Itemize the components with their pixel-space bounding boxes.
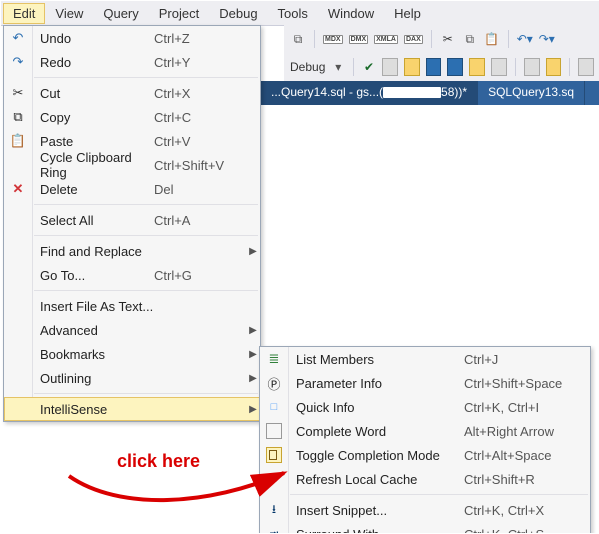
delete-icon: ✕ xyxy=(13,181,24,197)
menu-select-all[interactable]: Select AllCtrl+A xyxy=(4,208,260,232)
cut-icon[interactable]: ✂ xyxy=(440,31,456,47)
toolbar-button[interactable] xyxy=(491,58,507,76)
toolbar-button[interactable] xyxy=(578,58,594,76)
copy-icon: ⧉ xyxy=(13,109,22,125)
menu-quick-info[interactable]: □Quick InfoCtrl+K, Ctrl+I xyxy=(260,395,590,419)
mdx-icon[interactable]: MDX xyxy=(323,35,343,44)
toolbar-button[interactable] xyxy=(404,58,420,76)
menu-refresh-cache[interactable]: ↻Refresh Local CacheCtrl+Shift+R xyxy=(260,467,590,491)
separator xyxy=(34,393,258,394)
debug-button[interactable]: Debug xyxy=(290,60,325,74)
menu-view[interactable]: View xyxy=(45,3,93,24)
edit-dropdown: ↶UndoCtrl+Z ↷RedoCtrl+Y ✂CutCtrl+X ⧉Copy… xyxy=(3,25,261,422)
snippet-icon: ⭳ xyxy=(272,500,276,521)
menu-parameter-info[interactable]: ⓅParameter InfoCtrl+Shift+Space xyxy=(260,371,590,395)
menu-advanced[interactable]: Advanced▶ xyxy=(4,318,260,342)
separator xyxy=(34,77,258,78)
app-window: { "menubar": { "items": ["Edit","View","… xyxy=(0,0,599,534)
chevron-right-icon: ▶ xyxy=(246,404,260,415)
doc-tab-active[interactable]: ...Query14.sql - gs...( 58))* xyxy=(261,81,478,105)
menu-surround-with[interactable]: ⭲Surround With...Ctrl+K, Ctrl+S xyxy=(260,522,590,534)
toolbar-button[interactable] xyxy=(382,58,398,76)
toolbar-button[interactable] xyxy=(524,58,540,76)
separator xyxy=(290,494,588,495)
menu-query[interactable]: Query xyxy=(93,3,148,24)
menu-project[interactable]: Project xyxy=(149,3,209,24)
chevron-right-icon: ▶ xyxy=(246,349,260,360)
tab-label: 58))* xyxy=(441,85,467,99)
toolbar-button[interactable] xyxy=(447,58,463,76)
toolbar-button[interactable] xyxy=(426,58,442,76)
menu-insert-snippet[interactable]: ⭳Insert Snippet...Ctrl+K, Ctrl+X xyxy=(260,498,590,522)
menu-bar: Edit View Query Project Debug Tools Wind… xyxy=(1,1,599,26)
dmx-icon[interactable]: DMX xyxy=(349,35,369,44)
tool-icon[interactable]: ⧉ xyxy=(290,31,306,47)
redacted-box xyxy=(383,87,441,98)
separator xyxy=(569,58,570,76)
tab-label: ...Query14.sql - gs...( xyxy=(271,85,383,99)
menu-outlining[interactable]: Outlining▶ xyxy=(4,366,260,390)
menu-window[interactable]: Window xyxy=(318,3,384,24)
separator xyxy=(508,30,509,48)
document-tabs: ...Query14.sql - gs...( 58))* SQLQuery13.… xyxy=(261,81,599,105)
menu-complete-word[interactable]: Complete WordAlt+Right Arrow xyxy=(260,419,590,443)
menu-undo[interactable]: ↶UndoCtrl+Z xyxy=(4,26,260,50)
toolbar-button[interactable] xyxy=(546,58,562,76)
menu-goto[interactable]: Go To...Ctrl+G xyxy=(4,263,260,287)
separator xyxy=(34,290,258,291)
menu-help[interactable]: Help xyxy=(384,3,431,24)
separator xyxy=(314,30,315,48)
redo-icon[interactable]: ↷▾ xyxy=(539,31,555,47)
dropdown-icon[interactable]: ▾ xyxy=(331,59,345,75)
toolbar-row-1: ⧉ MDX DMX XMLA DAX ✂ ⧉ 📋 ↶▾ ↷▾ xyxy=(284,25,599,54)
chevron-right-icon: ▶ xyxy=(246,373,260,384)
separator xyxy=(515,58,516,76)
menu-bookmarks[interactable]: Bookmarks▶ xyxy=(4,342,260,366)
parameter-info-icon: Ⓟ xyxy=(267,374,280,393)
menu-list-members[interactable]: ≣List MembersCtrl+J xyxy=(260,347,590,371)
dax-icon[interactable]: DAX xyxy=(404,35,423,44)
menu-delete[interactable]: ✕DeleteDel xyxy=(4,177,260,201)
doc-tab[interactable]: SQLQuery13.sq xyxy=(478,81,585,105)
check-icon[interactable]: ✔ xyxy=(362,59,376,75)
paste-icon: 📋 xyxy=(10,133,26,149)
menu-copy[interactable]: ⧉CopyCtrl+C xyxy=(4,105,260,129)
toolbar-row-2: Debug ▾ ✔ xyxy=(284,53,599,82)
menu-cut[interactable]: ✂CutCtrl+X xyxy=(4,81,260,105)
menu-insert-file[interactable]: Insert File As Text... xyxy=(4,294,260,318)
menu-debug[interactable]: Debug xyxy=(209,3,267,24)
chevron-right-icon: ▶ xyxy=(246,246,260,257)
undo-icon[interactable]: ↶▾ xyxy=(517,31,533,47)
refresh-icon: ↻ xyxy=(269,471,280,487)
separator xyxy=(34,235,258,236)
complete-word-icon xyxy=(266,423,282,439)
quick-info-icon: □ xyxy=(271,401,278,413)
menu-find-replace[interactable]: Find and Replace▶ xyxy=(4,239,260,263)
separator xyxy=(34,204,258,205)
separator xyxy=(353,58,354,76)
paste-icon[interactable]: 📋 xyxy=(484,31,500,47)
annotation-text: click here xyxy=(117,451,200,472)
cut-icon: ✂ xyxy=(13,85,24,101)
menu-tools[interactable]: Tools xyxy=(268,3,318,24)
surround-icon: ⭲ xyxy=(269,524,278,534)
menu-redo[interactable]: ↷RedoCtrl+Y xyxy=(4,50,260,74)
copy-icon[interactable]: ⧉ xyxy=(462,31,478,47)
toolbar-button[interactable] xyxy=(469,58,485,76)
chevron-right-icon: ▶ xyxy=(246,325,260,336)
xmla-icon[interactable]: XMLA xyxy=(374,35,398,44)
undo-icon: ↶ xyxy=(13,30,24,46)
menu-cycle-clipboard[interactable]: Cycle Clipboard RingCtrl+Shift+V xyxy=(4,153,260,177)
menu-intellisense[interactable]: IntelliSense▶ xyxy=(4,397,260,421)
redo-icon: ↷ xyxy=(13,54,24,70)
toggle-completion-icon xyxy=(266,447,282,463)
menu-edit[interactable]: Edit xyxy=(3,3,45,24)
list-members-icon: ≣ xyxy=(269,351,280,367)
separator xyxy=(431,30,432,48)
menu-toggle-completion[interactable]: Toggle Completion ModeCtrl+Alt+Space xyxy=(260,443,590,467)
intellisense-submenu: ≣List MembersCtrl+J ⓅParameter InfoCtrl+… xyxy=(259,346,591,534)
